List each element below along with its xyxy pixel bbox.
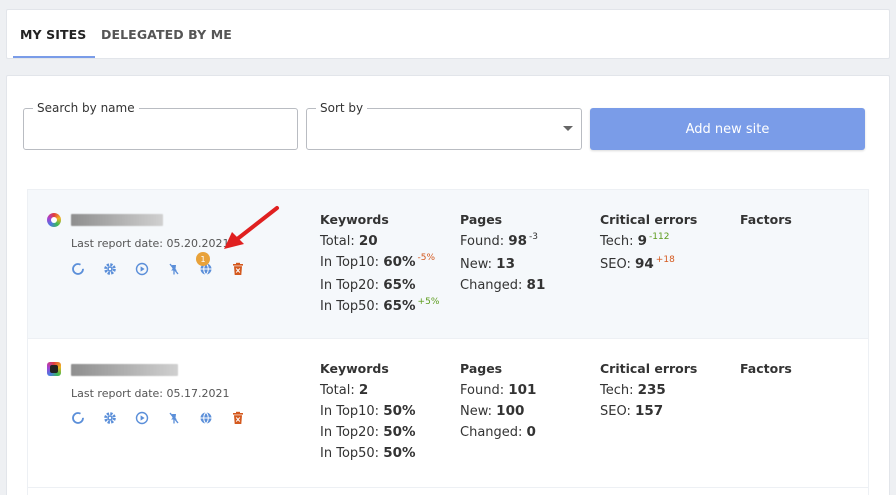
site-actions <box>70 410 262 426</box>
factors-title: Factors <box>740 361 792 376</box>
site-favicon <box>47 362 61 376</box>
tabs-bar: MY SITES DELEGATED BY ME <box>6 9 890 59</box>
pages-title: Pages <box>460 361 503 376</box>
pages-title: Pages <box>460 212 503 227</box>
tech-label: Tech: <box>600 383 634 398</box>
total-value: 2 <box>358 382 369 398</box>
found-label: Found: <box>460 383 505 398</box>
trash-icon[interactable] <box>230 261 246 277</box>
site-name-redacted[interactable] <box>71 364 178 376</box>
site-actions: 1 <box>70 252 262 277</box>
active-tab-indicator <box>13 56 95 58</box>
critical-errors-stats: Critical errors Tech: 9 -112 SEO: 94 +18 <box>600 212 697 277</box>
top10-delta: -5% <box>417 253 436 263</box>
new-value: 13 <box>496 256 515 272</box>
critical-errors-title: Critical errors <box>600 212 698 227</box>
sort-label: Sort by <box>316 101 368 115</box>
critical-errors-title: Critical errors <box>600 361 698 376</box>
pages-stats: Pages Found: 101 New: 100 Changed: 0 <box>460 361 536 443</box>
critical-errors-stats: Critical errors Tech: 235 SEO: 157 <box>600 361 697 422</box>
tab-my-sites[interactable]: MY SITES <box>20 27 86 42</box>
total-label: Total: <box>320 383 355 398</box>
seo-value: 94 <box>635 256 654 272</box>
found-value: 101 <box>508 382 537 398</box>
found-value: 98 <box>508 233 528 249</box>
seo-label: SEO: <box>600 404 631 419</box>
errors-badge: 1 <box>196 252 210 266</box>
annotation-arrow <box>224 206 279 249</box>
new-value: 100 <box>496 403 525 419</box>
found-delta: -3 <box>529 232 538 242</box>
site-row <box>27 487 869 495</box>
search-label: Search by name <box>33 101 139 115</box>
top20-label: In Top20: <box>320 425 380 440</box>
top50-value: 50% <box>383 445 416 461</box>
top10-value: 50% <box>383 403 416 419</box>
report-date: Last report date: 05.17.2021 <box>71 387 230 400</box>
factors-stats: Factors <box>740 212 792 231</box>
trash-icon[interactable] <box>230 410 246 426</box>
top10-label: In Top10: <box>320 404 380 419</box>
search-field[interactable]: Search by name <box>23 101 298 150</box>
chevron-down-icon[interactable] <box>563 126 573 131</box>
changed-value: 0 <box>526 424 536 440</box>
tab-delegated-by-me[interactable]: DELEGATED BY ME <box>101 27 232 42</box>
total-value: 20 <box>358 233 378 249</box>
settings-icon[interactable] <box>102 410 118 426</box>
top20-label: In Top20: <box>320 278 380 293</box>
factors-stats: Factors <box>740 361 792 380</box>
seo-label: SEO: <box>600 257 631 272</box>
keywords-stats: Keywords Total: 20 In Top10: 60% -5% In T… <box>320 212 439 319</box>
top50-label: In Top50: <box>320 299 380 314</box>
seo-delta: +18 <box>655 255 675 265</box>
globe-icon[interactable]: 1 <box>196 252 214 277</box>
keywords-stats: Keywords Total: 2 In Top10: 50% In Top20… <box>320 361 416 464</box>
play-icon[interactable] <box>134 410 150 426</box>
found-label: Found: <box>460 234 505 249</box>
top20-value: 65% <box>383 277 416 293</box>
site-favicon <box>47 213 61 227</box>
keywords-title: Keywords <box>320 361 389 376</box>
refresh-icon[interactable] <box>70 261 86 277</box>
changed-label: Changed: <box>460 278 523 293</box>
tech-value: 235 <box>637 382 666 398</box>
tech-label: Tech: <box>600 234 634 249</box>
pin-icon[interactable] <box>166 410 182 426</box>
play-icon[interactable] <box>134 261 150 277</box>
top50-value: 65% <box>383 298 416 314</box>
pin-icon[interactable] <box>166 261 182 277</box>
changed-value: 81 <box>526 277 546 293</box>
refresh-icon[interactable] <box>70 410 86 426</box>
keywords-title: Keywords <box>320 212 389 227</box>
tech-delta: -112 <box>649 232 670 242</box>
total-label: Total: <box>320 234 355 249</box>
changed-label: Changed: <box>460 425 523 440</box>
globe-icon[interactable] <box>198 410 214 426</box>
search-input[interactable] <box>34 121 267 136</box>
top10-label: In Top10: <box>320 255 380 270</box>
pages-stats: Pages Found: 98 -3 New: 13 Changed: 81 <box>460 212 545 296</box>
add-new-site-button[interactable]: Add new site <box>590 108 865 150</box>
report-date: Last report date: 05.20.2021 <box>71 237 230 250</box>
site-name-redacted[interactable] <box>71 214 163 226</box>
seo-value: 157 <box>635 403 664 419</box>
top10-value: 60% <box>383 254 416 270</box>
top20-value: 50% <box>383 424 416 440</box>
sort-select[interactable]: Sort by <box>306 101 582 150</box>
tech-value: 9 <box>637 233 648 249</box>
top50-label: In Top50: <box>320 446 380 461</box>
settings-icon[interactable] <box>102 261 118 277</box>
factors-title: Factors <box>740 212 792 227</box>
new-label: New: <box>460 404 493 419</box>
new-label: New: <box>460 257 493 272</box>
top50-delta: +5% <box>417 297 440 307</box>
